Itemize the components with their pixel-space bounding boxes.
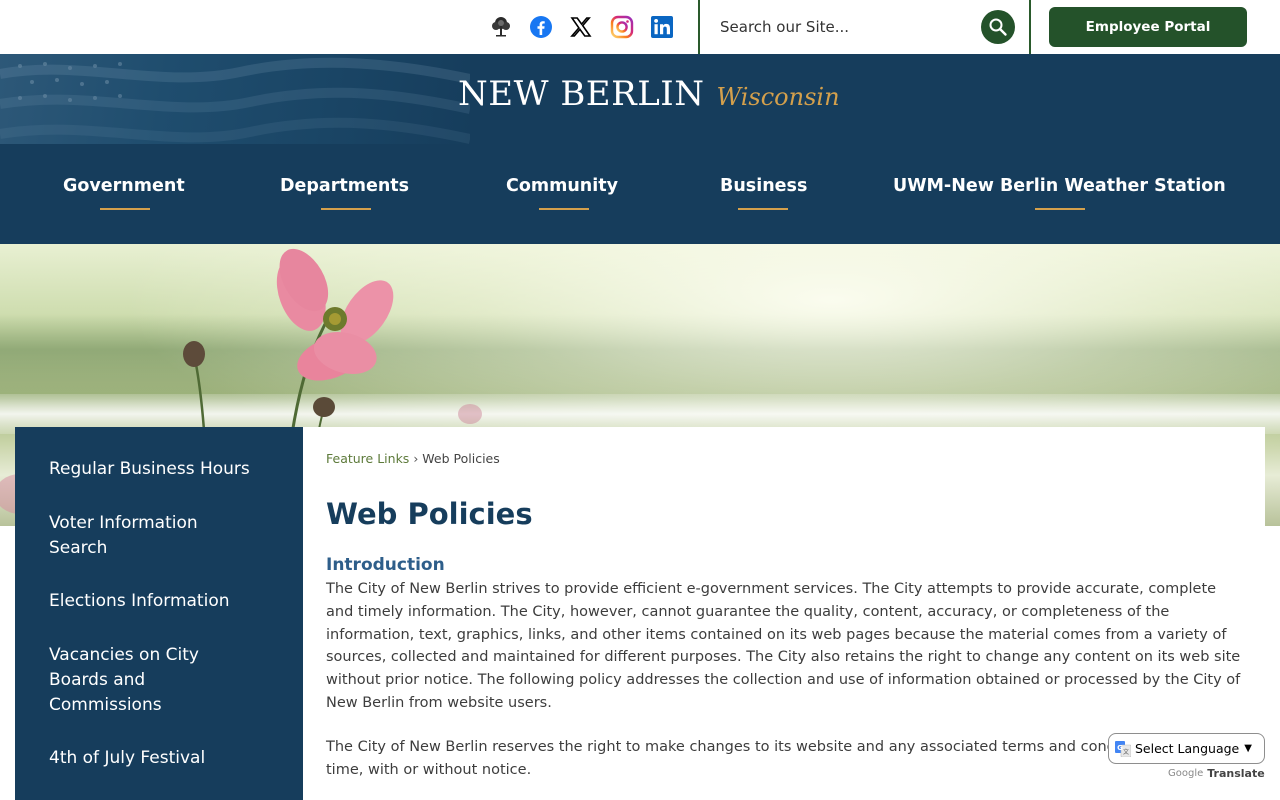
nav-underline	[100, 208, 150, 210]
terms-paragraph: The City of New Berlin reserves the righ…	[326, 739, 1206, 778]
nav-underline	[738, 208, 788, 210]
language-select[interactable]: G 文 Select Language ▼	[1108, 733, 1265, 764]
language-select-label: Select Language	[1135, 741, 1240, 756]
site-header: NEW BERLIN Wisconsin Government Departme…	[0, 54, 1280, 244]
translate-label: Translate	[1207, 767, 1265, 780]
nav-business[interactable]: Business	[720, 176, 807, 216]
nav-government[interactable]: Government	[63, 176, 185, 216]
instagram-icon[interactable]	[609, 14, 635, 40]
powered-by-google-translate[interactable]: Google Translate	[1168, 767, 1265, 780]
sidebar-item-elections[interactable]: Elections Information	[49, 589, 269, 614]
google-wordmark: Google	[1168, 768, 1204, 779]
sidebar: Regular Business Hours Voter Information…	[15, 427, 303, 800]
sidebar-item-july-festival[interactable]: 4th of July Festival	[49, 746, 269, 771]
svg-text:文: 文	[1123, 748, 1129, 756]
nav-departments[interactable]: Departments	[280, 176, 409, 216]
breadcrumb-link-feature-links[interactable]: Feature Links	[326, 451, 409, 466]
tree-icon[interactable]	[488, 14, 514, 40]
facebook-icon[interactable]	[528, 14, 554, 40]
search-icon	[989, 18, 1007, 36]
employee-portal-button[interactable]: Employee Portal	[1049, 7, 1247, 47]
x-icon[interactable]	[568, 14, 594, 40]
breadcrumb: Feature Links › Web Policies	[326, 451, 500, 466]
search-box	[698, 0, 1031, 54]
sidebar-item-vacancies[interactable]: Vacancies on City Boards and Commissions	[49, 643, 224, 718]
google-translate-icon: G 文	[1115, 740, 1131, 757]
site-logo[interactable]: NEW BERLIN Wisconsin	[458, 74, 840, 114]
nav-community[interactable]: Community	[506, 176, 618, 216]
sidebar-item-voter-search[interactable]: Voter Information Search	[49, 511, 224, 561]
intro-paragraph: The City of New Berlin strives to provid…	[326, 581, 1241, 711]
nav-weather-station[interactable]: UWM-New Berlin Weather Station	[893, 176, 1226, 216]
flag-banner	[0, 54, 470, 144]
top-bar: Employee Portal	[0, 0, 1280, 54]
linkedin-icon[interactable]	[649, 14, 675, 40]
search-input[interactable]	[720, 14, 970, 40]
nav-underline	[1035, 208, 1085, 210]
nav-underline	[321, 208, 371, 210]
page-title: Web Policies	[326, 497, 533, 531]
logo-sub-text: Wisconsin	[716, 83, 840, 111]
chevron-down-icon: ▼	[1244, 743, 1252, 754]
section-heading-introduction: Introduction	[326, 555, 445, 575]
logo-main-text: NEW BERLIN	[458, 74, 705, 114]
search-button[interactable]	[981, 10, 1015, 44]
breadcrumb-separator: ›	[413, 451, 419, 466]
nav-underline	[539, 208, 589, 210]
breadcrumb-current: Web Policies	[422, 451, 500, 466]
sidebar-item-business-hours[interactable]: Regular Business Hours	[49, 457, 269, 482]
